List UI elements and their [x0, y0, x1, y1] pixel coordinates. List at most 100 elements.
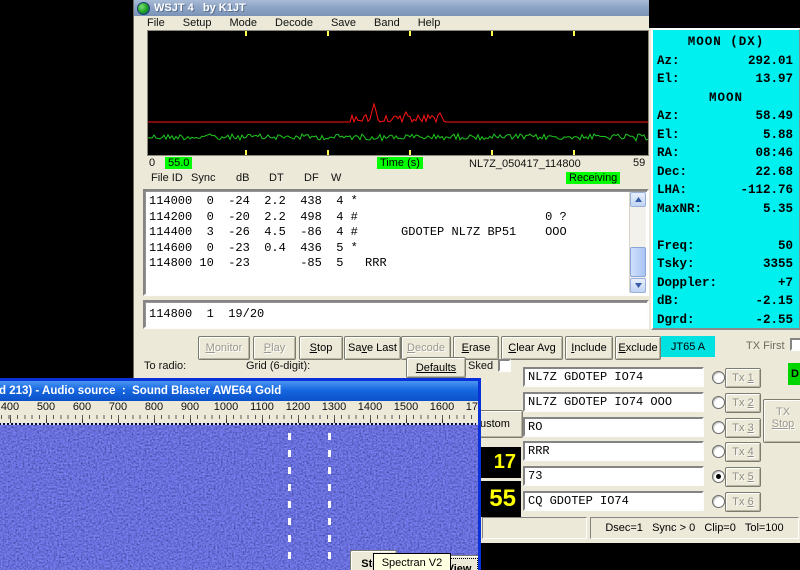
save-last-button[interactable]: Save Last [344, 336, 401, 360]
tx-first-label: TX First [746, 340, 785, 352]
astro-section-title: MOON [653, 89, 799, 108]
menu-file[interactable]: File [138, 17, 174, 29]
tx-message-field-5[interactable]: 73 [523, 466, 704, 486]
sked-checkbox[interactable] [498, 359, 511, 372]
astro-row-maxnr: MaxNR:5.35 [653, 200, 799, 219]
tx-radio-4[interactable] [712, 445, 725, 458]
menu-band[interactable]: Band [365, 17, 409, 29]
decode-line: 114600 0 -23 0.4 436 5 * [149, 241, 628, 257]
tx-first-checkbox[interactable] [790, 338, 800, 351]
tx6-button[interactable]: Tx 6 [725, 492, 761, 512]
mode-badge: JT65 A [661, 336, 715, 357]
decode-col-file-id: File ID [151, 172, 183, 184]
defaults-label: Defaults [416, 362, 456, 374]
tx-stop-line2: Stop [764, 418, 800, 430]
decode-scrollbar[interactable] [629, 192, 646, 293]
astro-row-db: dB:-2.15 [653, 292, 799, 311]
astro-row-tsky: Tsky:3355 [653, 255, 799, 274]
waterfall-noise [0, 425, 478, 570]
decode-line: 114200 0 -20 2.2 498 4 # 0 ? [149, 210, 628, 226]
astro-row-dec: Dec:22.68 [653, 163, 799, 182]
astro-row-lha: LHA:-112.76 [653, 181, 799, 200]
tx-radio-1[interactable] [712, 371, 725, 384]
tx-radio-6[interactable] [712, 495, 725, 508]
tx-stop-line1: TX [764, 406, 800, 418]
wsjt-title: WSJT 4 by K1JT [154, 2, 246, 14]
defaults-button[interactable]: Defaults [406, 357, 466, 378]
astro-row-el: El:13.97 [653, 70, 799, 89]
tx-message-field-6[interactable]: CQ GDOTEP IO74 [523, 491, 704, 511]
time-tick [327, 150, 329, 155]
menu-help[interactable]: Help [409, 17, 450, 29]
wsjt-app-icon [137, 2, 150, 15]
spectrum-graph [147, 30, 649, 156]
graph-x-end: 59 [633, 157, 645, 169]
menu-save[interactable]: Save [322, 17, 365, 29]
decode-line: 114800 10 -23 -85 5 RRR [149, 256, 628, 272]
sync-tone-line-2 [328, 433, 331, 563]
tx-message-field-4[interactable]: RRR [523, 441, 704, 461]
exclude-button[interactable]: Exclude [615, 336, 661, 360]
decode-line: 114000 0 -24 2.2 438 4 * [149, 194, 628, 210]
tx5-button[interactable]: Tx 5 [725, 467, 761, 487]
tx-radio-5[interactable] [712, 470, 725, 483]
spectran-titlebar[interactable]: d 213) - Audio source : Sound Blaster AW… [0, 381, 478, 401]
ruler-label-1600: 1600 [425, 401, 459, 413]
receiving-badge: Receiving [566, 172, 620, 184]
sked-label: Sked [468, 360, 493, 372]
desktop-corner [649, 0, 800, 28]
tx-radio-3[interactable] [712, 421, 725, 434]
menu-mode[interactable]: Mode [220, 17, 266, 29]
decode-line: 114400 3 -26 4.5 -86 4 # GDOTEP NL7Z BP5… [149, 225, 628, 241]
decode-col-dt: DT [269, 172, 284, 184]
time-tick [245, 150, 247, 155]
frequency-ruler: 4005006007008009001000110012001300140015… [0, 401, 478, 423]
ruler-label-1100: 1100 [245, 401, 279, 413]
status-panel-right: Dsec=1 Sync > 0 Clip=0 Tol=100 [590, 517, 799, 539]
tx-stop-button[interactable]: TX Stop [763, 399, 800, 443]
menu-setup[interactable]: Setup [174, 17, 221, 29]
tx-radio-2[interactable] [712, 396, 725, 409]
time-tick [245, 31, 247, 36]
waterfall-display[interactable]: Stop View Spectran V2 [0, 423, 478, 570]
spectrum-traces [148, 31, 648, 155]
tx3-button[interactable]: Tx 3 [725, 418, 761, 438]
ruler-label-1400: 1400 [353, 401, 387, 413]
level-indicator: 55.0 [165, 157, 192, 169]
astro-row-freq: Freq:50 [653, 237, 799, 256]
astro-spacer [653, 218, 799, 237]
ruler-label-1700: 1700 [461, 401, 478, 413]
astro-section-title: MOON (DX) [653, 33, 799, 52]
time-tick [409, 31, 411, 36]
tx-message-field-1[interactable]: NL7Z GDOTEP IO74 [523, 367, 704, 387]
ruler-label-800: 800 [137, 401, 171, 413]
clear-avg-button[interactable]: Clear Avg [501, 336, 563, 360]
wsjt-titlebar[interactable]: WSJT 4 by K1JT [134, 0, 649, 16]
time-axis-label: Time (s) [377, 157, 423, 169]
file-name-label: NL7Z_050417_114800 [469, 158, 581, 170]
scroll-up-icon[interactable] [630, 192, 646, 207]
partial-green-button[interactable]: D [788, 363, 800, 385]
ruler-label-1000: 1000 [209, 401, 243, 413]
tx-message-field-3[interactable]: RO [523, 417, 704, 437]
stop-button[interactable]: Stop [299, 336, 343, 360]
tx4-button[interactable]: Tx 4 [725, 442, 761, 462]
decode-text-area[interactable]: 114000 0 -24 2.2 438 4 *114200 0 -20 2.2… [143, 189, 649, 296]
tx-message-field-2[interactable]: NL7Z GDOTEP IO74 OOO [523, 392, 704, 412]
tx1-button[interactable]: Tx 1 [725, 368, 761, 388]
minor-ticks [0, 415, 478, 419]
scrollbar-thumb[interactable] [630, 247, 646, 277]
tx2-button[interactable]: Tx 2 [725, 393, 761, 413]
time-tick [409, 150, 411, 155]
menu-decode[interactable]: Decode [266, 17, 322, 29]
astro-row-az: Az:292.01 [653, 52, 799, 71]
decode-lines: 114000 0 -24 2.2 438 4 *114200 0 -20 2.2… [149, 194, 628, 292]
average-text-area[interactable]: 114800 1 19/20 [143, 300, 649, 329]
grid-label: Grid (6-digit): [246, 360, 310, 372]
scroll-down-icon[interactable] [630, 278, 646, 293]
ruler-label-500: 500 [29, 401, 63, 413]
include-button[interactable]: Include [565, 336, 613, 360]
desktop: WSJT 4 by K1JT FileSetupModeDecodeSaveBa… [0, 0, 800, 570]
to-radio-label: To radio: [144, 360, 186, 372]
time-tick [573, 150, 575, 155]
